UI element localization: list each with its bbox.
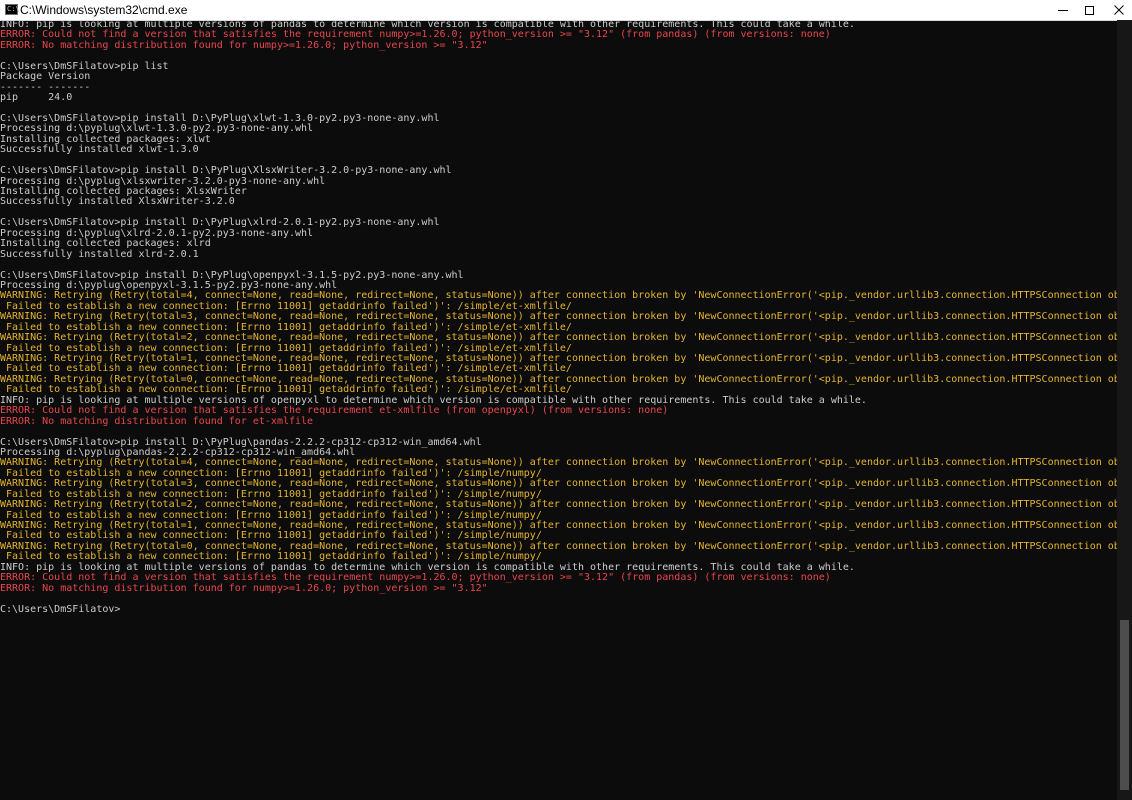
close-icon [1114, 5, 1124, 15]
console-app-icon[interactable]: C:\ [5, 4, 20, 15]
console-line: Package Version [0, 71, 91, 83]
console-line: C:\Users\DmSFilatov>pip list [0, 60, 169, 72]
title-bar[interactable]: C:\ C:\Windows\system32\cmd.exe [0, 0, 1132, 21]
console-lines: INFO: pip is looking at multiple version… [0, 20, 1117, 615]
close-button[interactable] [1096, 0, 1132, 20]
console-line: ERROR: No matching distribution found fo… [0, 582, 488, 594]
console-line: ERROR: No matching distribution found fo… [0, 39, 488, 51]
console-line: WARNING: Retrying (Retry(total=2, connec… [0, 332, 1117, 344]
console-line: pip 24.0 [0, 92, 73, 104]
cmd-window: C:\ C:\Windows\system32\cmd.exe INFO: pi… [0, 0, 1132, 800]
console-line: ERROR: No matching distribution found fo… [0, 415, 314, 427]
console-line: ------- ------- [0, 81, 91, 93]
vertical-scrollbar[interactable] [1117, 20, 1132, 800]
console-output[interactable]: INFO: pip is looking at multiple version… [0, 20, 1117, 800]
console-line: Successfully installed xlwt-1.3.0 [0, 144, 199, 156]
console-line: Successfully installed xlrd-2.0.1 [0, 248, 199, 260]
maximize-icon [1084, 5, 1094, 15]
console-line: C:\Users\DmSFilatov> [0, 603, 121, 615]
console-line: C:\Users\DmSFilatov>pip install D:\PyPlu… [0, 165, 452, 177]
window-title: C:\Windows\system32\cmd.exe [20, 3, 188, 17]
console-line: Successfully installed XlsxWriter-3.2.0 [0, 196, 235, 208]
console-line: WARNING: Retrying (Retry(total=2, connec… [0, 499, 1117, 511]
scrollbar-thumb[interactable] [1120, 620, 1129, 790]
